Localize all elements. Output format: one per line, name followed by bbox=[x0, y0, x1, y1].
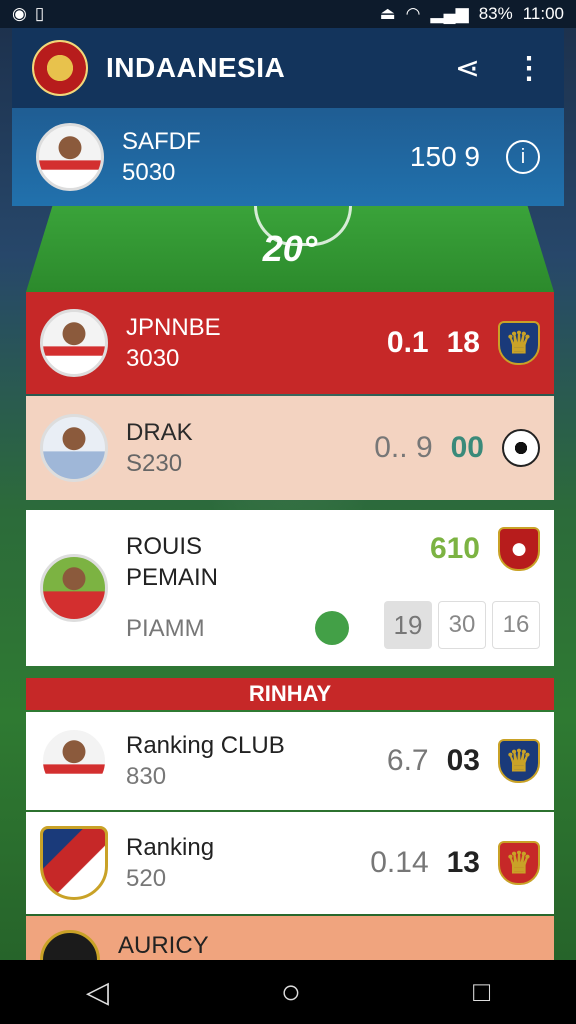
player-name: SAFDF bbox=[122, 127, 201, 155]
alarm-icon: ⏏ bbox=[379, 4, 396, 23]
stat-value: 0.1 bbox=[386, 326, 429, 359]
club-crest-icon bbox=[40, 930, 100, 960]
stat-box[interactable]: 19 bbox=[384, 601, 432, 649]
club-badge-icon: ♛ bbox=[498, 739, 540, 783]
ranking-value: 520 bbox=[126, 865, 167, 892]
list-item[interactable]: AURICY bbox=[26, 916, 554, 960]
app-bar: INDAANESIA ⋖ ⋮ bbox=[12, 28, 564, 108]
pitch-banner: 20° bbox=[26, 206, 554, 292]
share-icon[interactable]: ⋖ bbox=[455, 51, 480, 86]
list-item[interactable]: JPNNBE 3030 0.1 18 ♛ bbox=[26, 292, 554, 394]
recents-icon[interactable]: □ bbox=[473, 976, 490, 1008]
clock: 11:00 bbox=[522, 4, 564, 23]
player-name: DRAK bbox=[126, 418, 193, 446]
player-avatar bbox=[40, 309, 108, 377]
stat-value: 6.7 bbox=[386, 744, 429, 777]
back-icon[interactable]: ◁ bbox=[86, 975, 109, 1010]
player-value: 3030 bbox=[126, 345, 180, 372]
player-avatar bbox=[36, 123, 104, 191]
player-avatar bbox=[40, 727, 108, 795]
pitch-label: 20° bbox=[262, 228, 318, 269]
more-options-icon[interactable]: ⋮ bbox=[514, 51, 544, 86]
player-value: PIAMM bbox=[126, 614, 205, 642]
player-name: ROUIS bbox=[126, 532, 203, 560]
sim-icon: ▯ bbox=[34, 4, 45, 23]
ranking-value: 830 bbox=[126, 763, 167, 790]
ranking-name: Ranking bbox=[126, 833, 215, 861]
stat-value: 0.14 bbox=[370, 846, 429, 879]
system-nav-bar: ◁ ○ □ bbox=[0, 960, 576, 1024]
player-avatar bbox=[40, 414, 108, 482]
club-badge-icon: ♛ bbox=[498, 841, 540, 885]
hero-player-card[interactable]: SAFDF 5030 150 9 i bbox=[12, 108, 564, 206]
list-item[interactable]: ROUIS PEMAIN PIAMM 610 ● 19 30 16 bbox=[26, 510, 554, 666]
signal-icon: ▂▄▆ bbox=[430, 4, 469, 23]
player-value: S230 bbox=[126, 450, 183, 477]
ranking-name: AURICY bbox=[118, 932, 209, 959]
ranking-name: Ranking CLUB bbox=[126, 731, 285, 759]
list-item[interactable]: Ranking CLUB 830 6.7 03 ♛ bbox=[26, 712, 554, 810]
wifi-icon: ◠ bbox=[405, 4, 421, 23]
stat-value: 03 bbox=[446, 744, 480, 777]
club-badge-icon: ♛ bbox=[498, 321, 540, 365]
player-name: JPNNBE bbox=[126, 313, 221, 341]
player-score: 150 9 bbox=[409, 141, 480, 172]
club-crest-icon bbox=[40, 826, 108, 900]
section-header: RINHAY bbox=[26, 678, 554, 710]
info-icon[interactable]: i bbox=[506, 140, 540, 174]
player-position: PEMAIN bbox=[126, 564, 219, 591]
player-value: 5030 bbox=[122, 159, 176, 186]
status-bar: ◉ ▯ ⏏ ◠ ▂▄▆ 83% 11:00 bbox=[0, 0, 576, 28]
stat-box[interactable]: 16 bbox=[492, 601, 540, 649]
stat-value: 18 bbox=[446, 326, 480, 359]
list-item[interactable]: Ranking 520 0.14 13 ♛ bbox=[26, 812, 554, 914]
player-avatar bbox=[40, 554, 108, 622]
club-badge-icon: ● bbox=[498, 527, 540, 571]
stat-value: 13 bbox=[446, 846, 480, 879]
home-icon[interactable]: ○ bbox=[281, 973, 302, 1012]
league-icon bbox=[314, 611, 349, 646]
football-icon bbox=[502, 429, 540, 467]
stat-value: 0.. 9 bbox=[374, 431, 433, 464]
notification-icon: ◉ bbox=[12, 4, 27, 23]
stat-value: 610 bbox=[429, 532, 480, 565]
stat-box[interactable]: 30 bbox=[438, 601, 486, 649]
app-title: INDAANESIA bbox=[106, 52, 286, 83]
list-item[interactable]: DRAK S230 0.. 9 00 bbox=[26, 396, 554, 500]
team-crest-icon bbox=[32, 40, 88, 96]
battery-text: 83% bbox=[478, 4, 513, 23]
stat-value: 00 bbox=[450, 431, 484, 464]
